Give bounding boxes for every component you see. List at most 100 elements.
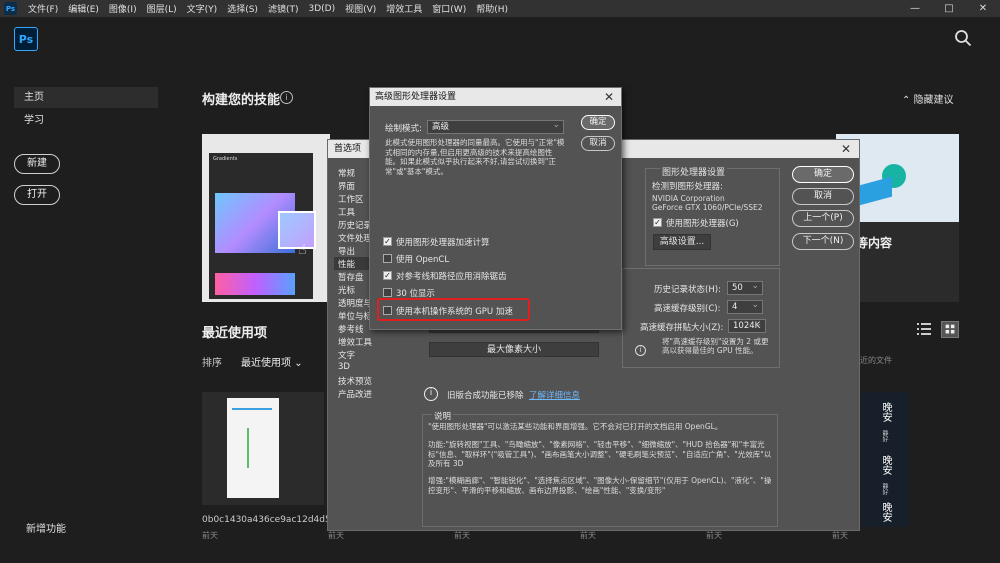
learn-more-link[interactable]: 了解详细信息 (529, 389, 580, 401)
pref-cat-cursors[interactable]: 光标 (338, 284, 355, 296)
pref-cat-product-improvement[interactable]: 产品改进 (338, 388, 372, 400)
recent-file-name-1[interactable]: 0b0c1430a436ce9ac12d4d5... (202, 515, 339, 525)
pref-cat-type[interactable]: 文字 (338, 349, 355, 361)
recent-file-date-4: 前天 (580, 531, 596, 540)
description-text-3: 增强:"模糊画廊"、"智能锐化"、"选择焦点区域"、"图像大小-保留细节"(仅用… (428, 476, 772, 495)
gpu-compute-checkbox[interactable]: ✓ (383, 237, 392, 246)
menu-layer[interactable]: 图层(L) (142, 2, 182, 15)
menu-plugins[interactable]: 增效工具 (381, 2, 427, 15)
menu-type[interactable]: 文字(Y) (182, 2, 223, 15)
cache-levels-label: 高速缓存级别(C): (654, 304, 721, 314)
pref-next-button[interactable]: 下一个(N) (792, 233, 854, 250)
minimize-icon[interactable]: — (898, 0, 932, 17)
pref-cat-scratch-disks[interactable]: 暂存盘 (338, 271, 364, 283)
use-gpu-label: 使用图形处理器(G) (666, 219, 739, 229)
pref-cat-tools[interactable]: 工具 (338, 206, 355, 218)
close-icon[interactable]: ✕ (966, 0, 1000, 17)
menu-edit[interactable]: 编辑(E) (63, 2, 104, 15)
info-icon[interactable]: i (280, 91, 293, 104)
pref-cancel-button[interactable]: 取消 (792, 188, 854, 205)
gpu-vendor: NVIDIA Corporation (652, 194, 725, 203)
max-pixel-size-button[interactable]: 最大像素大小 (429, 342, 599, 357)
tutorial-card-gradients[interactable]: Gradients ☝ (202, 134, 330, 302)
gpu-ok-button[interactable]: 确定 (581, 115, 615, 130)
drawing-mode-select[interactable]: 高级 (427, 119, 564, 134)
pref-cat-guides[interactable]: 参考线 (338, 323, 364, 335)
opencl-label: 使用 OpenCL (396, 255, 450, 265)
recent-file-date-1: 前天 (202, 531, 218, 540)
maximize-icon[interactable]: □ (932, 0, 966, 17)
opencl-checkbox[interactable] (383, 254, 392, 263)
new-button[interactable]: 新建 (14, 154, 60, 174)
gpu-cancel-button[interactable]: 取消 (581, 136, 615, 151)
list-view-icon[interactable] (917, 322, 931, 336)
hide-suggestions-button[interactable]: ⌃ 隐藏建议 (902, 91, 954, 106)
search-icon[interactable] (954, 29, 972, 47)
recent-file-date-3: 前天 (454, 531, 470, 540)
pref-cat-plugins[interactable]: 增效工具 (338, 336, 372, 348)
preferences-close-icon[interactable]: ✕ (841, 140, 851, 158)
ps-logo[interactable]: Ps (14, 27, 38, 51)
pref-cat-interface[interactable]: 界面 (338, 180, 355, 192)
advanced-settings-button[interactable]: 高级设置... (653, 234, 711, 250)
poster-subtext-2: 静好 (881, 483, 888, 495)
drawing-mode-description: 此模式使用图形处理器的同量最高。它使用与"正常"模式相同的内存量,但启用更高级的… (385, 138, 565, 176)
menu-view[interactable]: 视图(V) (340, 2, 381, 15)
recent-files-hint: 近的文件 (860, 356, 892, 365)
sort-dropdown[interactable]: 最近使用项 ⌄ (241, 354, 303, 369)
menu-filter[interactable]: 滤镜(T) (263, 2, 304, 15)
antialias-checkbox[interactable]: ✓ (383, 271, 392, 280)
mindmap-branch-2 (247, 428, 267, 468)
recent-file-thumb-6[interactable]: 晚安 静好 晚安 静好 晚安 (862, 392, 909, 527)
drawing-mode-label: 绘制模式: (385, 124, 422, 134)
menu-file[interactable]: 文件(F) (23, 2, 63, 15)
sidebar-item-home[interactable]: 主页 (14, 87, 158, 108)
pref-prev-button[interactable]: 上一个(P) (792, 210, 854, 227)
highlight-box (377, 298, 530, 321)
menu-bar: Ps 文件(F) 编辑(E) 图像(I) 图层(L) 文字(Y) 选择(S) 滤… (0, 0, 1000, 17)
use-gpu-checkbox[interactable]: ✓ (653, 218, 662, 227)
hand-cursor-icon: ☝ (298, 242, 307, 258)
30bit-display-checkbox[interactable] (383, 288, 392, 297)
menu-help[interactable]: 帮助(H) (471, 2, 513, 15)
menu-3d[interactable]: 3D(D) (303, 4, 340, 14)
cache-hint: 将"高速缓存级别"设置为 2 或更高以获得最佳的 GPU 性能。 (662, 337, 769, 355)
poster-text-1: 晚安 (880, 402, 891, 422)
gradient-preview (278, 211, 316, 249)
pref-cat-workspace[interactable]: 工作区 (338, 193, 364, 205)
cache-tile-select[interactable]: 1024K (728, 318, 766, 333)
cache-info-icon: i (635, 345, 646, 356)
ps-app-icon[interactable]: Ps (4, 2, 17, 15)
new-features-link[interactable]: 新增功能 (26, 520, 66, 535)
advanced-gpu-close-icon[interactable]: ✕ (604, 88, 614, 106)
recent-file-date-6: 前天 (832, 531, 848, 540)
menu-window[interactable]: 窗口(W) (427, 2, 471, 15)
pref-cat-units[interactable]: 单位与标 (338, 310, 372, 322)
window-controls: — □ ✕ (898, 0, 1000, 17)
pref-cat-history[interactable]: 历史记录 (338, 219, 372, 231)
cache-levels-input[interactable]: 4 (727, 299, 763, 314)
gpu-settings-title: 图形处理器设置 (660, 165, 728, 178)
menu-select[interactable]: 选择(S) (222, 2, 263, 15)
gpu-model: GeForce GTX 1060/PCIe/SSE2 (652, 203, 763, 212)
pref-cat-export[interactable]: 导出 (338, 245, 355, 257)
pref-cat-3d[interactable]: 3D (338, 362, 350, 372)
menu-image[interactable]: 图像(I) (104, 2, 142, 15)
sidebar-item-learn[interactable]: 学习 (14, 110, 158, 131)
pref-cat-file-handling[interactable]: 文件处理 (338, 232, 372, 244)
history-states-label: 历史记录状态(H): (654, 285, 721, 295)
grid-view-icon[interactable] (941, 321, 959, 338)
pref-cat-tech-preview[interactable]: 技术预览 (338, 375, 372, 387)
pref-cat-general[interactable]: 常规 (338, 167, 355, 179)
pref-cat-performance[interactable]: 性能 (338, 258, 355, 270)
pref-cat-transparency[interactable]: 透明度与 (338, 297, 372, 309)
open-button[interactable]: 打开 (14, 185, 60, 205)
history-states-input[interactable]: 50 (727, 280, 763, 295)
recent-file-date-5: 前天 (706, 531, 722, 540)
pref-ok-button[interactable]: 确定 (792, 166, 854, 183)
gradients-panel-title: Gradients (213, 156, 238, 162)
recent-file-date-2: 前天 (328, 531, 344, 540)
tutorial-card-title: 等内容 (856, 236, 893, 250)
recent-file-thumb-1[interactable] (202, 392, 324, 505)
antialias-label: 对参考线和路径应用消除锯齿 (396, 272, 507, 282)
